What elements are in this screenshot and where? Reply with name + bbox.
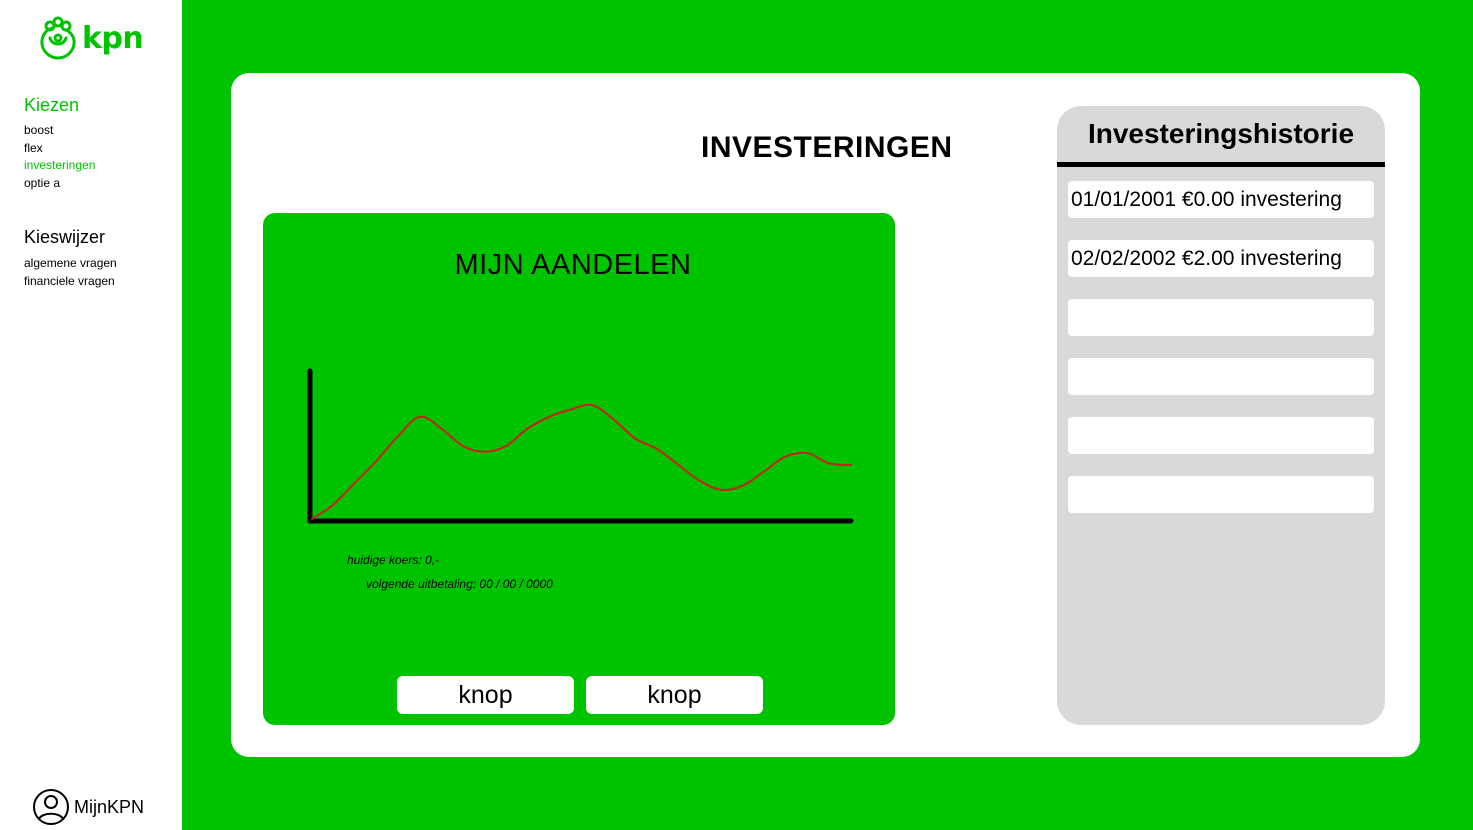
account-label: MijnKPN: [74, 796, 145, 817]
page-title: INVESTERINGEN: [701, 131, 953, 164]
current-rate-text: huidige koers: 0,-: [347, 553, 440, 567]
nav-item-optie-a[interactable]: optie a: [24, 175, 95, 193]
kpn-crown-icon: [40, 16, 76, 60]
history-item[interactable]: [1068, 417, 1374, 454]
stocks-card: MIJN AANDELEN huidige koers: 0,- volgend…: [263, 213, 895, 725]
nav-item-flex[interactable]: flex: [24, 140, 95, 158]
history-item[interactable]: 02/02/2002 €2.00 investering: [1068, 240, 1374, 277]
nav-heading-kieswijzer[interactable]: Kieswijzer: [24, 227, 105, 248]
user-icon: [33, 789, 69, 825]
account-link[interactable]: MijnKPN: [32, 788, 144, 826]
history-item[interactable]: [1068, 299, 1374, 336]
kpn-logo[interactable]: kpn: [38, 16, 144, 60]
investment-history-panel: Investeringshistorie 01/01/2001 €0.00 in…: [1057, 106, 1385, 725]
stock-price-line: [311, 403, 852, 520]
knop-button-1[interactable]: knop: [397, 676, 574, 714]
history-item[interactable]: [1068, 476, 1374, 513]
history-item[interactable]: 01/01/2001 €0.00 investering: [1068, 181, 1374, 218]
brand-name: kpn: [82, 20, 144, 56]
sidebar: kpn Kiezen boost flex investeringen opti…: [0, 0, 182, 830]
history-item[interactable]: [1068, 358, 1374, 395]
history-divider: [1057, 162, 1385, 167]
nav-list-kiezen: boost flex investeringen optie a: [24, 122, 95, 192]
nav-list-kieswijzer: algemene vragen financiele vragen: [24, 255, 117, 290]
nav-item-investeringen[interactable]: investeringen: [24, 157, 95, 175]
nav-item-financiele-vragen[interactable]: financiele vragen: [24, 273, 117, 291]
history-title: Investeringshistorie: [1087, 118, 1355, 149]
stocks-title: MIJN AANDELEN: [454, 249, 692, 281]
knop-button-2[interactable]: knop: [586, 676, 763, 714]
main-card: INVESTERINGEN MIJN AANDELEN huidige koer…: [231, 73, 1420, 757]
nav-heading-kiezen[interactable]: Kiezen: [24, 95, 79, 116]
nav-item-algemene-vragen[interactable]: algemene vragen: [24, 255, 117, 273]
next-payout-text: volgende uitbetaling: 00 / 00 / 0000: [366, 577, 553, 591]
stock-line-chart: [307, 368, 854, 524]
nav-item-boost[interactable]: boost: [24, 122, 95, 140]
